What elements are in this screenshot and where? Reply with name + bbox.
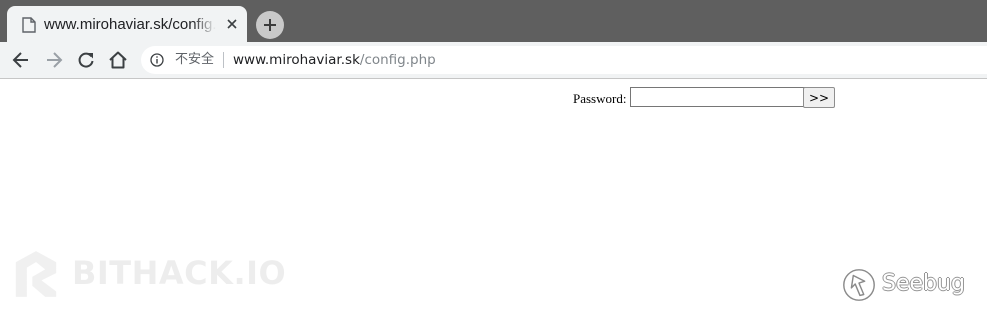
browser-tab[interactable]: www.mirohaviar.sk/config.php	[7, 6, 247, 42]
submit-button[interactable]: >>	[803, 87, 835, 108]
page-icon	[22, 17, 36, 33]
seebug-watermark-text: Seebug	[882, 271, 965, 296]
bithack-watermark-text: BITHACK.IO	[72, 254, 287, 292]
security-status[interactable]: 不安全	[175, 51, 214, 69]
plus-icon	[264, 19, 276, 31]
seebug-logo-icon	[843, 269, 875, 301]
home-icon	[109, 51, 127, 69]
tab-title-fade	[192, 12, 216, 38]
arrow-left-icon	[12, 52, 28, 68]
url-path: /config.php	[359, 52, 436, 68]
divider	[223, 52, 224, 68]
address-bar[interactable]: 不安全 www.mirohaviar.sk/config.php	[141, 46, 987, 74]
arrow-right-icon	[47, 52, 63, 68]
password-label: Password:	[573, 91, 627, 106]
bithack-logo-icon	[15, 251, 57, 297]
reload-icon	[78, 52, 94, 68]
url-host: www.mirohaviar.sk	[233, 52, 360, 68]
new-tab-button[interactable]	[256, 11, 284, 39]
forward-button[interactable]	[43, 49, 65, 71]
reload-button[interactable]	[75, 49, 97, 71]
tab-title: www.mirohaviar.sk/config.php	[44, 16, 216, 33]
info-icon[interactable]	[150, 53, 164, 67]
url-text[interactable]: www.mirohaviar.sk/config.php	[233, 51, 436, 69]
close-icon[interactable]	[226, 18, 238, 30]
browser-toolbar: 不安全 www.mirohaviar.sk/config.php	[0, 42, 987, 79]
password-input[interactable]	[630, 87, 805, 107]
home-button[interactable]	[107, 49, 129, 71]
tab-strip: www.mirohaviar.sk/config.php	[0, 0, 987, 42]
back-button[interactable]	[10, 49, 32, 71]
